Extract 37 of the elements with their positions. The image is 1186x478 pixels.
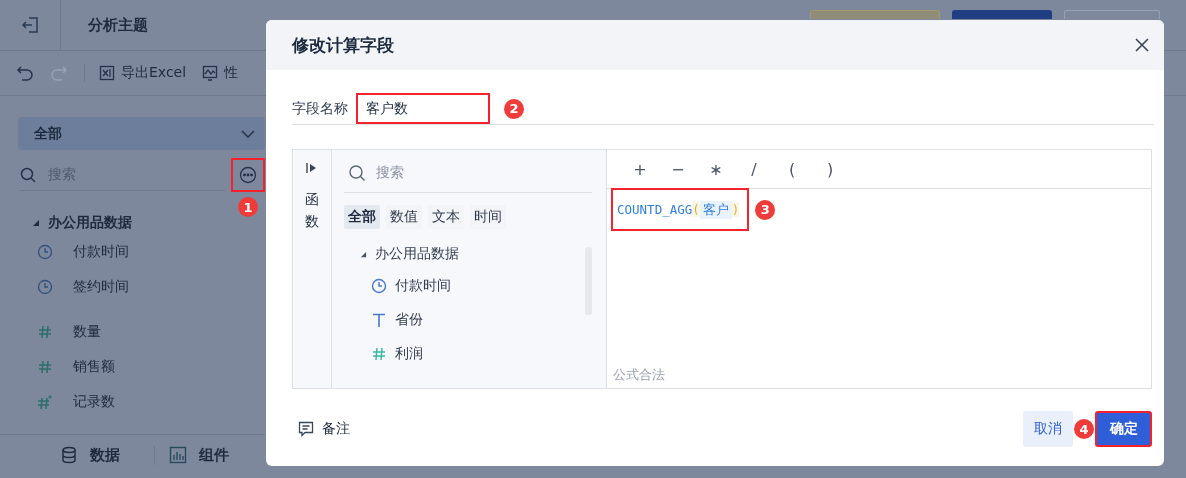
field-item[interactable]: 签约时间 xyxy=(0,269,265,304)
operator-button[interactable]: ∗ xyxy=(701,158,731,180)
panel-tab[interactable]: 组件 xyxy=(154,445,229,465)
formula-status: 公式合法 xyxy=(612,366,666,384)
field-name-label: 字段名称 xyxy=(292,99,348,118)
step-badge: 2 xyxy=(504,98,524,119)
operator-button[interactable]: ( xyxy=(777,158,807,180)
field-item[interactable]: 销售额 xyxy=(0,349,265,384)
step-badge: 1 xyxy=(238,197,258,217)
confirm-button[interactable]: 确定 xyxy=(1095,411,1152,447)
filter-tab[interactable]: 全部 xyxy=(344,205,380,229)
performance-button[interactable]: 性 xyxy=(202,64,239,82)
operator-button[interactable]: + xyxy=(625,158,655,180)
operator-button[interactable]: − xyxy=(663,158,693,180)
filter-tab[interactable]: 文本 xyxy=(428,205,464,229)
formula-text[interactable]: COUNTD_AGG( 客户 ) xyxy=(611,188,750,231)
field-item[interactable]: 付款时间 xyxy=(344,269,580,303)
app-title: 分析主题 xyxy=(88,15,148,35)
cancel-button[interactable]: 取消 xyxy=(1023,411,1073,447)
step-badge: 4 xyxy=(1074,419,1094,439)
export-excel-button[interactable]: 导出Excel xyxy=(84,64,187,82)
filter-tab[interactable]: 时间 xyxy=(470,205,506,229)
step-badge: 3 xyxy=(755,199,776,220)
field-item[interactable]: 省份 xyxy=(344,303,580,337)
field-name-input[interactable]: 客户数 xyxy=(356,93,490,124)
scope-dropdown[interactable]: 全部 xyxy=(18,117,265,150)
remark-button[interactable]: 备注 xyxy=(292,420,350,438)
panel-tab[interactable]: 数据 xyxy=(0,445,120,465)
dialog-title: 修改计算字段 xyxy=(292,33,394,57)
tree-group[interactable]: 办公用品数据 xyxy=(344,239,580,269)
field-item[interactable]: 记录数 xyxy=(0,384,265,419)
field-item[interactable]: 付款时间 xyxy=(0,234,265,269)
operator-button[interactable]: / xyxy=(739,158,769,180)
filter-tab[interactable]: 数值 xyxy=(386,205,422,229)
field-item[interactable]: 利润 xyxy=(344,337,580,371)
field-item[interactable]: 数量 xyxy=(0,314,265,349)
operator-button[interactable]: ) xyxy=(815,158,845,180)
